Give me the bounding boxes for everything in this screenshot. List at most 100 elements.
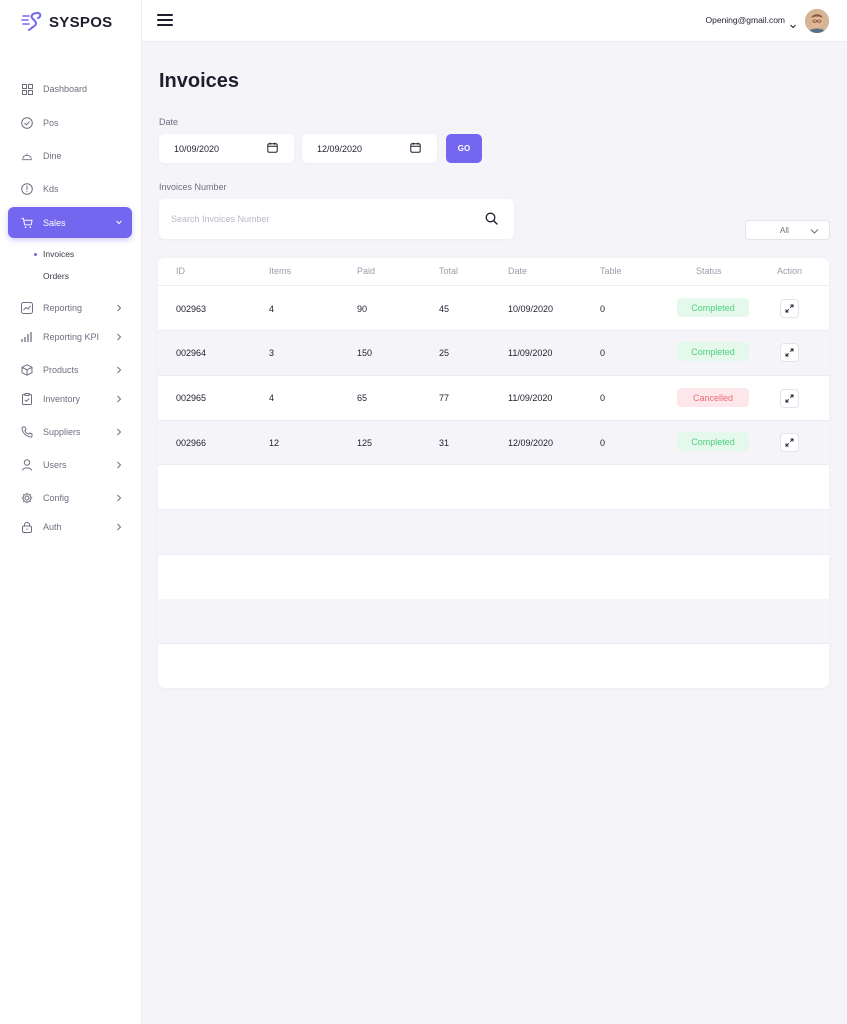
sidebar-item-pos[interactable]: Pos <box>8 108 132 138</box>
lock-icon <box>21 521 33 533</box>
calendar-icon[interactable] <box>410 142 421 153</box>
chevron-right-icon <box>113 364 125 376</box>
date-to-value: 12/09/2020 <box>317 143 363 154</box>
status-badge: Completed <box>677 298 749 317</box>
chevron-down-icon[interactable] <box>789 17 797 29</box>
status-badge: Completed <box>677 342 749 361</box>
cell-id: 002966 <box>176 438 207 448</box>
sidebar-item-kds[interactable]: Kds <box>8 174 132 204</box>
user-email[interactable]: Opening@gmail.com <box>706 15 786 25</box>
sidebar-subitem-label: Invoices <box>43 249 75 259</box>
open-invoice-button[interactable] <box>780 343 799 362</box>
cell-total: 45 <box>439 304 450 314</box>
cell-table: 0 <box>600 438 606 448</box>
sidebar-item-label: Suppliers <box>43 427 81 437</box>
sidebar-item-label: Reporting KPI <box>43 332 100 342</box>
sidebar-item-label: Auth <box>43 522 62 532</box>
table-row[interactable]: 002963 4 90 45 10/09/2020 0 Completed <box>158 287 829 331</box>
sidebar-item-suppliers[interactable]: Suppliers <box>8 417 132 447</box>
sidebar-item-sales[interactable]: Sales <box>8 207 132 238</box>
active-dot <box>34 252 37 256</box>
alert-circle-icon <box>21 183 33 195</box>
open-invoice-button[interactable] <box>780 433 799 452</box>
sidebar-item-products[interactable]: Products <box>8 355 132 385</box>
column-header-action: Action <box>777 266 803 276</box>
grid-icon <box>21 83 33 95</box>
sidebar-subitem-orders[interactable]: Orders <box>43 271 69 281</box>
cell-id: 002963 <box>176 304 207 314</box>
hamburger-menu-icon[interactable] <box>157 13 173 27</box>
cell-items: 12 <box>269 438 280 448</box>
sidebar-item-inventory[interactable]: Inventory <box>8 384 132 414</box>
calendar-icon[interactable] <box>267 142 278 153</box>
status-badge: Completed <box>677 432 749 451</box>
cart-icon <box>21 217 33 229</box>
sidebar-item-dashboard[interactable]: Dashboard <box>8 74 132 104</box>
cell-paid: 90 <box>357 304 368 314</box>
chevron-down-icon <box>810 227 819 235</box>
column-header-id: ID <box>176 266 185 276</box>
open-invoice-button[interactable] <box>780 299 799 318</box>
search-input[interactable] <box>171 211 471 227</box>
sidebar-item-config[interactable]: Config <box>8 483 132 513</box>
cell-date: 12/09/2020 <box>508 438 554 448</box>
invoices-number-label: Invoices Number <box>159 182 227 192</box>
date-to-input[interactable]: 12/09/2020 <box>302 134 437 163</box>
avatar[interactable] <box>805 9 829 33</box>
chevron-right-icon <box>113 302 125 314</box>
sidebar-item-users[interactable]: Users <box>8 450 132 480</box>
cell-date: 10/09/2020 <box>508 304 554 314</box>
brand-name: SYSPOS <box>49 13 113 31</box>
sidebar-item-dine[interactable]: Dine <box>8 141 132 171</box>
chevron-right-icon <box>113 492 125 504</box>
syspos-logo-icon <box>20 8 44 37</box>
topbar: Opening@gmail.com <box>142 0 847 42</box>
status-filter-value: All <box>780 226 789 235</box>
date-from-input[interactable]: 10/09/2020 <box>159 134 294 163</box>
cell-items: 3 <box>269 348 275 358</box>
column-header-date: Date <box>508 266 528 276</box>
date-label: Date <box>159 117 179 127</box>
cloche-icon <box>21 150 33 162</box>
open-invoice-button[interactable] <box>780 389 799 408</box>
sidebar-item-label: Dine <box>43 151 62 161</box>
chart-line-icon <box>21 302 33 314</box>
brand-logo[interactable]: SYSPOS <box>20 10 113 34</box>
sidebar-item-auth[interactable]: Auth <box>8 512 132 542</box>
search-box <box>159 199 514 239</box>
cell-table: 0 <box>600 393 606 403</box>
page-title: Invoices <box>159 70 240 92</box>
phone-icon <box>21 426 33 438</box>
cell-date: 11/09/2020 <box>508 393 553 403</box>
cell-total: 77 <box>439 393 450 403</box>
empty-table-row <box>158 465 829 510</box>
chevron-right-icon <box>113 393 125 405</box>
cell-date: 11/09/2020 <box>508 348 553 358</box>
search-icon[interactable] <box>485 212 498 225</box>
go-button[interactable]: GO <box>446 134 482 163</box>
clipboard-icon <box>21 393 33 405</box>
empty-table-row <box>158 510 829 555</box>
table-row[interactable]: 002965 4 65 77 11/09/2020 0 Cancelled <box>158 376 829 421</box>
cell-paid: 150 <box>357 348 373 358</box>
bar-chart-icon <box>21 331 33 343</box>
cell-table: 0 <box>600 304 606 314</box>
empty-table-row <box>158 599 829 644</box>
sidebar-subitem-invoices[interactable]: Invoices <box>34 249 74 259</box>
sidebar-item-reporting[interactable]: Reporting <box>8 293 132 323</box>
table-row[interactable]: 002966 12 125 31 12/09/2020 0 Completed <box>158 421 829 465</box>
sidebar-item-label: Kds <box>43 184 59 194</box>
table-header: ID Items Paid Total Date Table Status Ac… <box>158 258 829 286</box>
sidebar-item-label: Config <box>43 493 70 503</box>
user-icon <box>21 459 33 471</box>
sidebar-item-label: Reporting <box>43 303 83 313</box>
sidebar-item-reporting-kpi[interactable]: Reporting KPI <box>8 322 132 352</box>
column-header-table: Table <box>600 266 622 276</box>
table-row[interactable]: 002964 3 150 25 11/09/2020 0 Completed <box>158 331 829 376</box>
sidebar: SYSPOS Dashboard Pos Dine Kds Sales Invo… <box>0 0 142 1024</box>
gear-icon <box>21 492 33 504</box>
status-filter-select[interactable]: All <box>745 220 830 240</box>
sidebar-item-label: Users <box>43 460 67 470</box>
sidebar-item-label: Dashboard <box>43 84 88 94</box>
cell-total: 31 <box>439 438 450 448</box>
